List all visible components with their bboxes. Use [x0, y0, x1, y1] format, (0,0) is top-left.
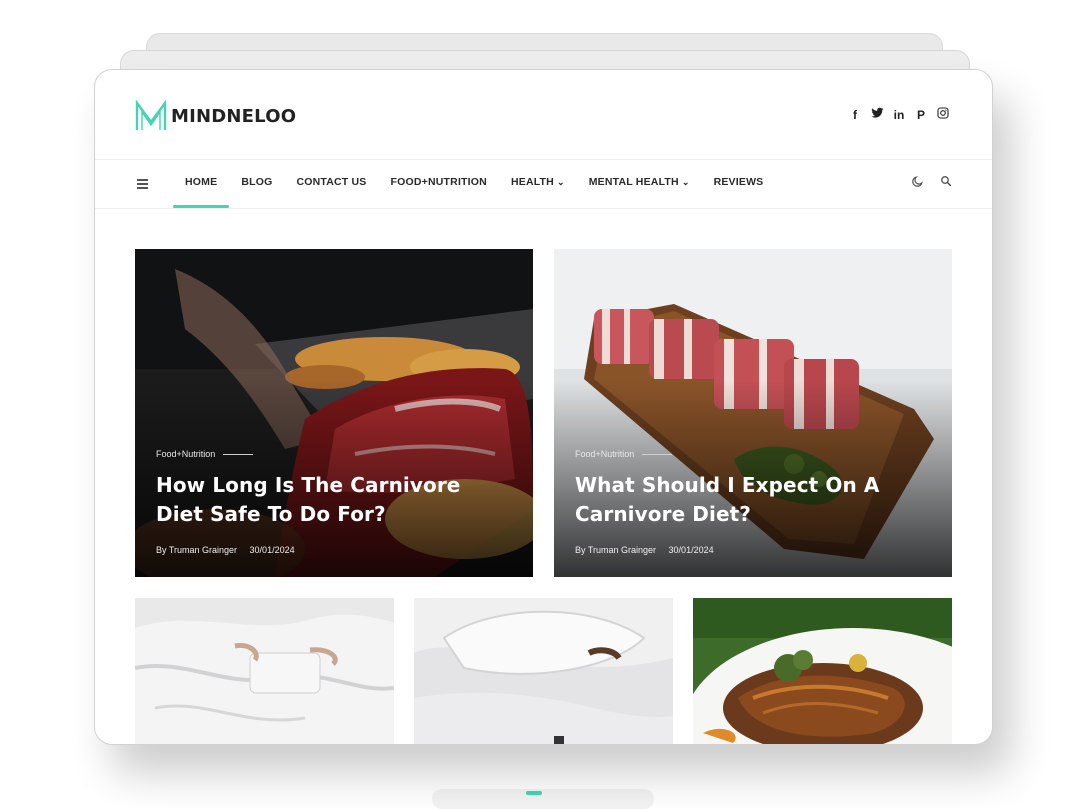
nav-item-contact-us[interactable]: CONTACT US [284, 160, 378, 208]
post-title[interactable]: How Long Is The Carnivore Diet Safe To D… [156, 471, 493, 529]
nav-item-reviews[interactable]: REVIEWS [702, 160, 776, 208]
post-thumbnail-card[interactable] [135, 598, 394, 744]
post-date: 30/01/2024 [668, 545, 714, 555]
chevron-down-icon: ⌄ [556, 177, 565, 187]
social-links: f in P [848, 107, 950, 123]
category-divider [223, 453, 254, 455]
post-thumbnail-card[interactable] [414, 598, 673, 744]
featured-post-card[interactable]: Food+Nutrition How Long Is The Carnivore… [135, 249, 533, 577]
post-category[interactable]: Food+Nutrition [575, 449, 634, 459]
site-logo[interactable]: MINDNELOO [135, 100, 296, 132]
post-meta: By Truman Grainger 30/01/2024 [156, 545, 493, 555]
featured-post-content: Food+Nutrition What Should I Expect On A… [575, 449, 912, 555]
hamburger-icon[interactable] [137, 179, 148, 189]
nav-menu: HOME BLOG CONTACT US FOOD+NUTRITION HEAL… [173, 160, 775, 208]
nav-item-food-nutrition[interactable]: FOOD+NUTRITION [379, 160, 499, 208]
post-category[interactable]: Food+Nutrition [156, 449, 215, 459]
website-frame: MINDNELOO f in P HOME BLOG CONTACT US FO… [94, 69, 993, 745]
moon-icon[interactable] [911, 175, 924, 192]
post-thumbnail-card[interactable] [693, 598, 952, 744]
nav-item-blog[interactable]: BLOG [229, 160, 284, 208]
bottom-tab-indicator [432, 789, 654, 809]
instagram-icon[interactable] [936, 107, 950, 123]
site-name: MINDNELOO [171, 105, 297, 127]
featured-post-card[interactable]: Food+Nutrition What Should I Expect On A… [554, 249, 952, 577]
site-header: MINDNELOO f in P [95, 70, 992, 160]
twitter-icon[interactable] [870, 107, 884, 123]
main-navigation: HOME BLOG CONTACT US FOOD+NUTRITION HEAL… [95, 159, 992, 209]
nav-tools [911, 175, 952, 192]
nav-item-mental-health[interactable]: MENTAL HEALTH ⌄ [577, 160, 702, 208]
nav-item-home[interactable]: HOME [173, 160, 230, 208]
post-meta: By Truman Grainger 30/01/2024 [575, 545, 912, 555]
logo-m-icon [135, 100, 167, 130]
chevron-down-icon: ⌄ [681, 177, 690, 187]
pillow-over-head-image [414, 598, 673, 744]
person-in-bed-image [135, 598, 394, 744]
pinterest-icon[interactable]: P [914, 107, 928, 123]
post-title[interactable]: What Should I Expect On A Carnivore Diet… [575, 471, 912, 529]
featured-post-content: Food+Nutrition How Long Is The Carnivore… [156, 449, 493, 555]
category-divider [642, 453, 673, 455]
facebook-icon[interactable]: f [848, 107, 862, 123]
search-icon[interactable] [940, 175, 952, 192]
linkedin-icon[interactable]: in [892, 107, 906, 123]
post-author[interactable]: By Truman Grainger [156, 545, 237, 555]
nav-item-health[interactable]: HEALTH ⌄ [499, 160, 577, 208]
steak-plate-image [693, 598, 952, 744]
post-date: 30/01/2024 [249, 545, 295, 555]
post-author[interactable]: By Truman Grainger [575, 545, 656, 555]
